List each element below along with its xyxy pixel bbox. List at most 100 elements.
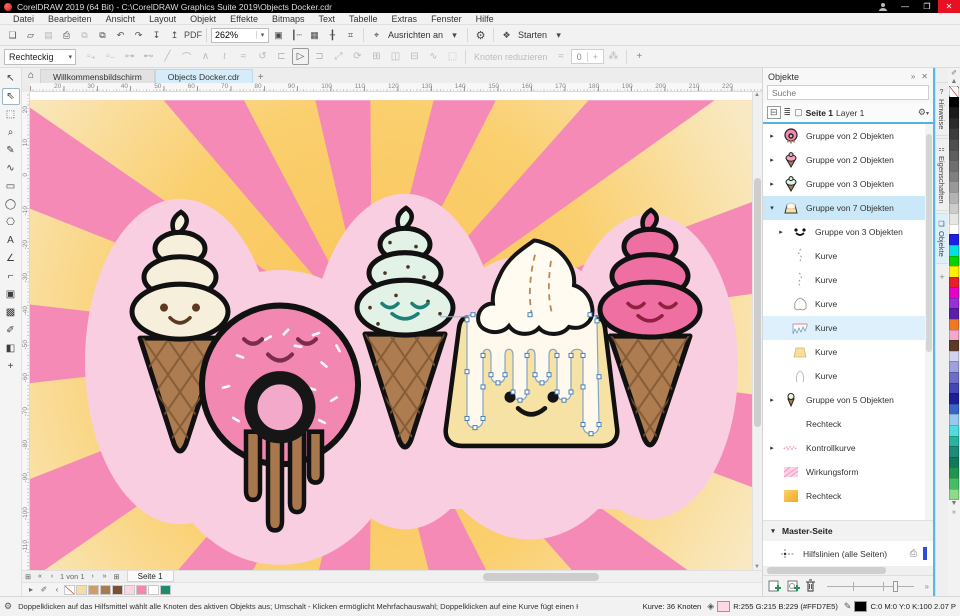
object-row-15[interactable]: Rechteck [763, 484, 933, 508]
shape-tool[interactable]: ⇖ [1, 88, 20, 105]
rectangle-tool[interactable]: ▭ [2, 178, 20, 195]
add-page-end-icon[interactable]: ⊞ [111, 573, 123, 581]
fullscreen-preview-icon[interactable]: ▣ [270, 27, 287, 44]
copy-icon[interactable]: ⧉ [76, 27, 93, 44]
expand-icon[interactable]: ▸ [768, 132, 776, 140]
canvas-artwork[interactable] [30, 92, 752, 570]
redo-icon[interactable]: ↷ [130, 27, 147, 44]
layer-manager-icon[interactable]: ≣ [784, 107, 792, 118]
docker-tab-objekte[interactable]: ❏ Objekte [935, 212, 949, 264]
expand-icon[interactable]: ▸ [768, 156, 776, 164]
doc-palette-swatch-3[interactable] [100, 584, 111, 595]
chevron-down-icon[interactable]: ▾ [446, 27, 463, 44]
v-scroll-thumb[interactable] [754, 178, 761, 427]
menu-bearbeiten[interactable]: Bearbeiten [41, 14, 99, 24]
menu-fenster[interactable]: Fenster [424, 14, 469, 24]
palette-flyout-icon[interactable]: ▸ [25, 585, 37, 594]
new-document-tab[interactable]: + [253, 72, 269, 83]
extend-curve-icon[interactable]: ⊏ [273, 48, 290, 65]
object-row-9[interactable]: Kurve [763, 340, 933, 364]
menu-datei[interactable]: Datei [6, 14, 41, 24]
more-tools[interactable]: + [2, 358, 20, 375]
home-icon[interactable]: ⌂ [22, 68, 40, 83]
scroll-down-icon[interactable]: ▼ [753, 564, 761, 570]
thumbnail-size-slider[interactable] [827, 580, 914, 592]
master-page-row[interactable]: ▾ Master-Seite [763, 520, 933, 541]
last-page-icon[interactable]: » [99, 573, 111, 580]
collapse-icon[interactable]: ▾ [769, 527, 777, 535]
doc-palette-swatch-1[interactable] [76, 584, 87, 595]
horizontal-scrollbar[interactable] [181, 571, 762, 582]
doc-palette-swatch-8[interactable] [160, 584, 171, 595]
outline-info[interactable]: ✎ C:0 M:0 Y:0 K:100 2.07 P [844, 601, 956, 612]
snap-off-icon[interactable]: ⌗ [342, 27, 359, 44]
show-pages-icon[interactable]: ⊟ [767, 106, 781, 119]
object-row-1[interactable]: ▸ Gruppe von 2 Objekten [763, 148, 933, 172]
rotate-nodes-icon[interactable]: ⟳ [349, 48, 366, 65]
new-document-icon[interactable]: ❏ [4, 27, 21, 44]
object-row-7[interactable]: Kurve [763, 292, 933, 316]
palette-eyedropper-icon[interactable]: ✐ [38, 585, 50, 594]
palette-expand-icon[interactable]: » [952, 509, 956, 518]
object-row-14[interactable]: Wirkungsform [763, 460, 933, 484]
maximize-button[interactable]: ❐ [916, 0, 938, 13]
break-curve-icon[interactable]: ⊷ [140, 48, 157, 65]
menu-bitmaps[interactable]: Bitmaps [265, 14, 312, 24]
fill-info[interactable]: ◈ R:255 G:215 B:229 (#FFD7E5) [707, 601, 838, 612]
reverse-direction-icon[interactable]: ↺ [254, 48, 271, 65]
new-master-layer-button[interactable] [786, 579, 800, 594]
menu-objekt[interactable]: Objekt [183, 14, 223, 24]
align-to-label[interactable]: Ausrichten an [388, 30, 443, 40]
open-icon[interactable]: ▱ [22, 27, 39, 44]
menu-effekte[interactable]: Effekte [223, 14, 265, 24]
launcher-window-icon[interactable]: ❖ [498, 27, 515, 44]
pick-tool[interactable]: ↖ [2, 70, 20, 87]
doc-palette-swatch-6[interactable] [136, 584, 147, 595]
zoom-input[interactable] [212, 29, 256, 41]
current-layer-label[interactable]: Layer 1 [836, 108, 864, 118]
guides-row[interactable]: Hilfslinien (alle Seiten) ⎙ [763, 541, 933, 566]
zoom-level-combo[interactable]: ▾ [211, 27, 269, 43]
text-tool[interactable]: A [2, 232, 20, 249]
vertical-scrollbar[interactable]: ▲ ▼ [752, 92, 762, 570]
close-button[interactable]: ✕ [938, 0, 960, 13]
object-row-8[interactable]: Kurve [763, 316, 933, 340]
reduce-nodes-button[interactable]: Knoten reduzieren [474, 52, 548, 62]
paste-icon[interactable]: ⧉ [94, 27, 111, 44]
show-guidelines-icon[interactable]: ╂ [324, 27, 341, 44]
object-row-10[interactable]: Kurve [763, 364, 933, 388]
eyedropper-tool[interactable]: ✐ [2, 322, 20, 339]
smooth-node-icon[interactable]: ≀ [216, 48, 233, 65]
align-nodes-icon[interactable]: ⊞ [368, 48, 385, 65]
minimize-button[interactable]: — [894, 0, 916, 13]
doc-palette-swatch-2[interactable] [88, 584, 99, 595]
to-curve-icon[interactable]: ⌒ [178, 48, 195, 65]
palette-eyedropper-icon[interactable]: ✐ [951, 69, 957, 78]
extract-subpath-icon[interactable]: ⊐ [311, 48, 328, 65]
interactive-fill-tool[interactable]: ◧ [2, 340, 20, 357]
vertical-ruler[interactable]: 20 10 0 -10 -20 -30 -40 -50 -60 -70 -80 -90 -100 -110 [22, 92, 30, 570]
prev-page-icon[interactable]: ‹ [46, 573, 58, 580]
docker-close-icon[interactable]: ✕ [921, 72, 928, 81]
reflect-v-icon[interactable]: ⊟ [406, 48, 423, 65]
connector-tool[interactable]: ⌐ [2, 268, 20, 285]
printer-disabled-icon[interactable]: ⎙ [910, 548, 917, 559]
artistic-media-tool[interactable]: ∿ [2, 160, 20, 177]
docker-tab-hinweise[interactable]: ? Hinweise [935, 82, 949, 137]
drop-shadow-tool[interactable]: ▣ [2, 286, 20, 303]
transparency-tool[interactable]: ▩ [2, 304, 20, 321]
object-row-5[interactable]: Kurve [763, 244, 933, 268]
reflect-h-icon[interactable]: ◫ [387, 48, 404, 65]
h-scroll-thumb[interactable] [483, 572, 600, 581]
expand-icon[interactable]: ▸ [768, 180, 776, 188]
expand-icon[interactable]: ▸ [777, 228, 785, 236]
object-row-6[interactable]: Kurve [763, 268, 933, 292]
save-icon[interactable]: ▤ [40, 27, 57, 44]
chevron-down-icon[interactable]: ▾ [68, 53, 75, 61]
export-icon[interactable]: ↥ [166, 27, 183, 44]
selection-mode-combo[interactable]: Rechteckig ▾ [4, 48, 76, 65]
doc-palette-swatch-0[interactable] [64, 584, 75, 595]
object-row-4[interactable]: ▸ Gruppe von 3 Objekten [763, 220, 933, 244]
stretch-nodes-icon[interactable]: ⤢ [330, 48, 347, 65]
zoom-tool[interactable]: ⌕ [2, 124, 20, 141]
